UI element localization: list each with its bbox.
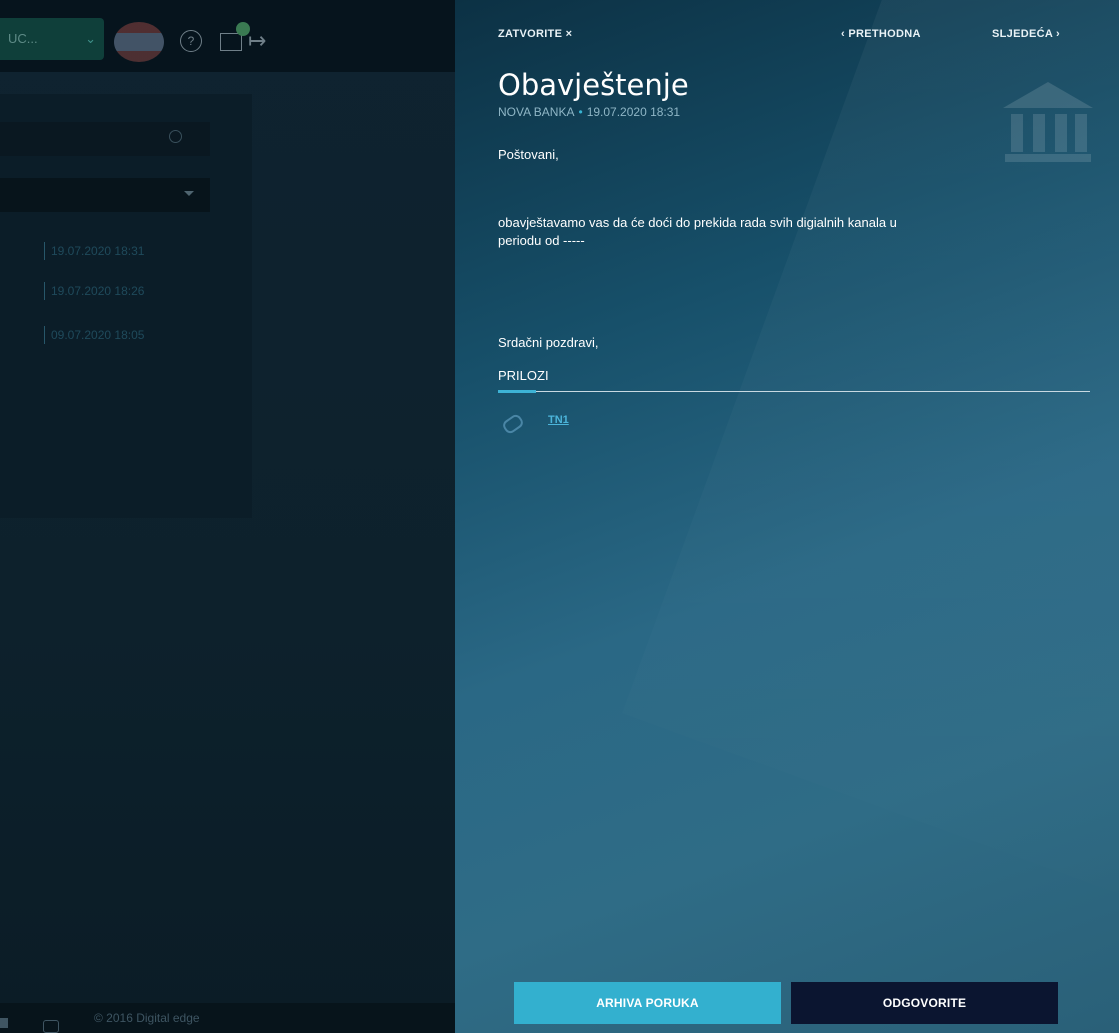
message-meta: NOVA BANKA • 19.07.2020 18:31 [498, 105, 680, 119]
background-app: UC... ⌄ ? ↦ 19.07.2020 18:31 19.07.2020 … [0, 0, 455, 1033]
message-date[interactable]: 19.07.2020 18:26 [44, 282, 231, 300]
message-date: 19.07.2020 18:31 [586, 105, 681, 119]
message-title: Obavještenje [498, 68, 689, 102]
top-bar: UC... ⌄ ? ↦ [0, 0, 455, 72]
archive-button[interactable]: ARHIVA PORUKA [514, 982, 781, 1024]
social-icon[interactable] [0, 1018, 8, 1028]
paperclip-icon [500, 412, 526, 436]
copyright-text: © 2016 Digital edge [94, 1011, 200, 1025]
account-select-value: UC... [8, 31, 38, 46]
message-date[interactable]: 19.07.2020 18:31 [44, 242, 231, 260]
close-button[interactable]: ZATVORITE × [498, 28, 572, 40]
caret-down-icon [184, 191, 194, 196]
reply-button[interactable]: ODGOVORITE [791, 982, 1058, 1024]
instagram-icon[interactable] [43, 1020, 59, 1033]
message-paragraph-line: periodu od ----- [498, 233, 585, 248]
messages-panel: 19.07.2020 18:31 19.07.2020 18:26 09.07.… [0, 94, 252, 518]
messages-icon[interactable] [220, 33, 242, 51]
message-sender: NOVA BANKA [498, 105, 575, 119]
footer: © 2016 Digital edge [0, 1003, 455, 1033]
message-date[interactable]: 09.07.2020 18:05 [44, 326, 231, 344]
flag-icon[interactable] [114, 22, 164, 62]
previous-button[interactable]: ‹ PRETHODNA [841, 28, 921, 40]
bank-icon [1003, 82, 1093, 162]
attachment-link[interactable]: TN1 [548, 414, 569, 426]
separator-dot: • [578, 105, 583, 119]
logout-icon[interactable]: ↦ [248, 28, 266, 54]
next-button[interactable]: SLJEDEĆA › [992, 28, 1060, 40]
search-icon [169, 130, 182, 143]
attachments-divider-accent [498, 390, 536, 393]
message-drawer: ZATVORITE × ‹ PRETHODNA SLJEDEĆA › Obavj… [455, 0, 1119, 1033]
attachments-title: PRILOZI [498, 368, 549, 383]
account-select[interactable]: UC... ⌄ [0, 18, 104, 60]
message-closing: Srdačni pozdravi, [498, 335, 599, 350]
attachments-divider [498, 390, 1090, 393]
help-icon[interactable]: ? [180, 30, 202, 52]
chevron-down-icon: ⌄ [85, 31, 96, 46]
message-greeting: Poštovani, [498, 147, 559, 162]
message-paragraph-line: obavještavamo vas da će doći do prekida … [498, 215, 897, 230]
filter-select[interactable] [0, 178, 210, 212]
search-input[interactable] [0, 122, 210, 156]
